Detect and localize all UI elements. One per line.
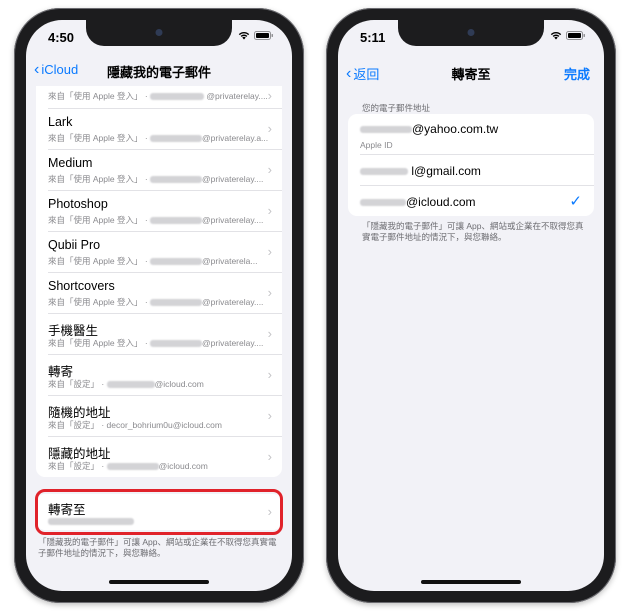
phone-right: 5:11 ‹ 返回 轉寄至 完成 您的電子郵件地址 @yahoo.com.tw … [326,8,616,603]
checkmark-icon: ✓ [569,193,582,210]
list-item-phone-doctor[interactable]: 手機醫生 來自「使用 Apple 登入」 · @privaterelay....… [48,314,282,355]
battery-icon [566,31,585,40]
email-list: @yahoo.com.tw Apple ID l@gmail.com @iclo… [348,114,594,216]
chevron-right-icon: › [267,326,272,341]
redacted-text [150,135,203,143]
nav-bar: ‹ iCloud 隱藏我的電子郵件 [26,56,292,86]
screen-right: 5:11 ‹ 返回 轉寄至 完成 您的電子郵件地址 @yahoo.com.tw … [338,20,604,591]
redacted-text [360,199,406,207]
list-item[interactable]: 來自「使用 Apple 登入」 · @privaterelay.... › [48,86,282,109]
home-indicator[interactable] [421,580,521,584]
email-option-icloud[interactable]: @icloud.com ✓ [360,186,594,216]
chevron-right-icon: › [267,285,272,300]
home-indicator[interactable] [109,580,209,584]
redacted-text [150,258,203,266]
redacted-text [360,126,412,134]
redacted-text [150,217,203,225]
camera-icon [155,29,163,36]
notch [398,20,544,46]
nav-bar: ‹ 返回 轉寄至 完成 [338,58,604,88]
chevron-right-icon: › [267,449,272,464]
list-item-lark[interactable]: Lark 來自「使用 Apple 登入」 · @privaterelay.a..… [48,109,282,150]
redacted-text [150,93,205,101]
status-time: 4:50 [48,30,75,45]
chevron-right-icon: › [267,88,272,103]
email-sub: Apple ID [360,140,393,150]
notch [86,20,232,46]
email-option-gmail[interactable]: l@gmail.com [360,155,594,186]
status-icons [238,31,274,40]
status-icons [550,31,586,40]
list-item-subtitle: 來自「使用 Apple 登入」 · @privaterelay.... [48,91,268,101]
chevron-right-icon: › [267,244,272,259]
list-item-photoshop[interactable]: Photoshop 來自「使用 Apple 登入」 · @privaterela… [48,191,282,232]
footer-note: 「隱藏我的電子郵件」可讓 App、網站或企業在不取得您真實電子郵件地址的情況下，… [38,537,277,558]
done-button[interactable]: 完成 [564,64,590,83]
redacted-text [360,168,408,176]
wifi-icon [238,31,250,40]
app-list: 來自「使用 Apple 登入」 · @privaterelay.... › La… [36,86,282,477]
redacted-text [150,176,203,184]
chevron-right-icon: › [267,203,272,218]
list-item-medium[interactable]: Medium 來自「使用 Apple 登入」 · @privaterelay..… [48,150,282,191]
redacted-text [106,381,155,389]
chevron-right-icon: › [267,162,272,177]
phone-left: 4:50 ‹ iCloud 隱藏我的電子郵件 來自「使用 Apple 登入」 ·… [14,8,304,603]
page-title: 隱藏我的電子郵件 [106,65,211,80]
redacted-text [150,340,203,348]
list-item-shortcovers[interactable]: Shortcovers 來自「使用 Apple 登入」 · @privatere… [48,273,282,314]
battery-icon [254,31,273,40]
section-header: 您的電子郵件地址 [362,103,431,113]
highlight-box [35,489,283,535]
list-item-random-address[interactable]: 隨機的地址 來自「設定」 · decor_bohrium0u@icloud.co… [48,396,282,437]
screen-left: 4:50 ‹ iCloud 隱藏我的電子郵件 來自「使用 Apple 登入」 ·… [26,20,292,591]
redacted-text [106,463,159,471]
redacted-text [150,299,203,307]
email-option-yahoo[interactable]: @yahoo.com.tw Apple ID [360,114,594,155]
chevron-right-icon: › [267,367,272,382]
chevron-right-icon: › [267,121,272,136]
list-item-forward[interactable]: 轉寄 來自「設定」 · @icloud.com › [48,355,282,396]
chevron-right-icon: › [267,408,272,423]
wifi-icon [550,31,562,40]
footer-note: 「隱藏我的電子郵件」可讓 App、網站或企業在不取得您真實電子郵件地址的情況下，… [362,221,584,242]
camera-icon [467,29,475,36]
status-time: 5:11 [360,30,386,45]
list-item-qubii-pro[interactable]: Qubii Pro 來自「使用 Apple 登入」 · @privaterela… [48,232,282,273]
list-item-hidden-address[interactable]: 隱藏的地址 來自「設定」 · @icloud.com › [48,437,282,477]
